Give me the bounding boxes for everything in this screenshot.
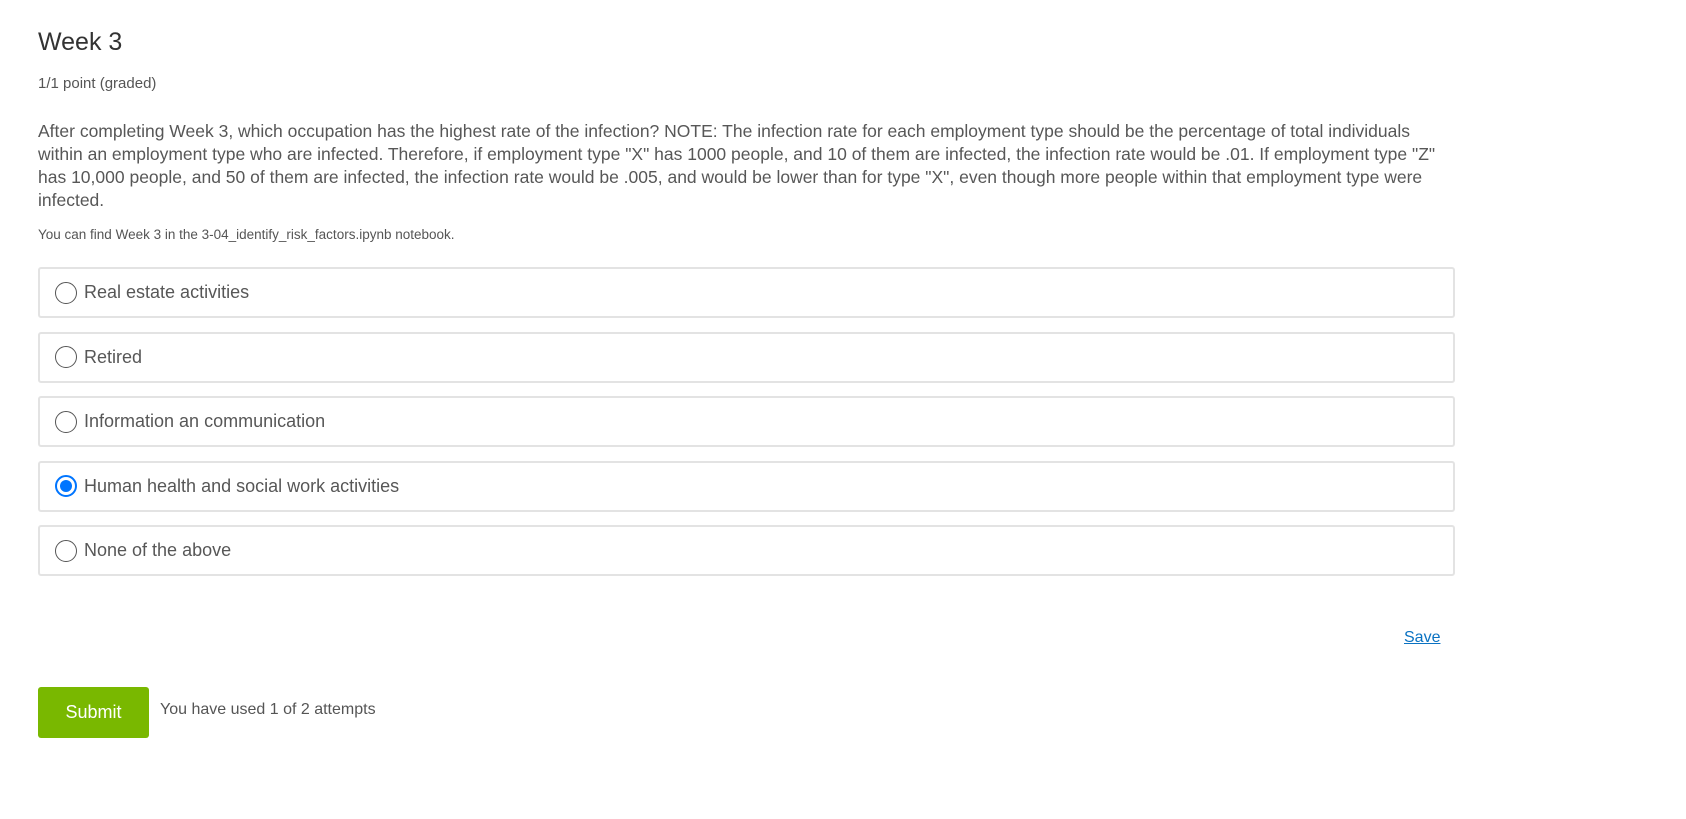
save-link[interactable]: Save: [1404, 629, 1440, 647]
radio-button[interactable]: [55, 539, 77, 562]
attempts-text: You have used 1 of 2 attempts: [160, 701, 376, 718]
option-human-health[interactable]: Human health and social work activities: [38, 460, 1455, 512]
option-label: Information an communication: [84, 411, 326, 431]
option-label: Real estate activities: [84, 282, 250, 302]
radio-button[interactable]: [55, 281, 77, 304]
answer-options: Real estate activities Retired Informati…: [38, 267, 1455, 590]
question-text: After completing Week 3, which occupatio…: [38, 121, 1436, 210]
option-information-communication[interactable]: Information an communication: [38, 396, 1455, 447]
option-label: None of the above: [84, 540, 232, 560]
radio-button[interactable]: [55, 346, 77, 368]
option-retired[interactable]: Retired: [38, 331, 1455, 383]
option-real-estate[interactable]: Real estate activities: [38, 267, 1455, 318]
option-label: Human health and social work activities: [84, 475, 400, 496]
problem-title: Week 3: [38, 28, 123, 56]
question-note: You can find Week 3 in the 3-04_identify…: [38, 227, 455, 242]
radio-button-selected[interactable]: [55, 475, 77, 497]
option-none-of-the-above[interactable]: None of the above: [38, 525, 1455, 576]
points-status: 1/1 point (graded): [38, 75, 157, 92]
radio-button[interactable]: [55, 410, 77, 433]
option-label: Retired: [84, 346, 143, 367]
submit-button[interactable]: Submit: [38, 687, 149, 738]
